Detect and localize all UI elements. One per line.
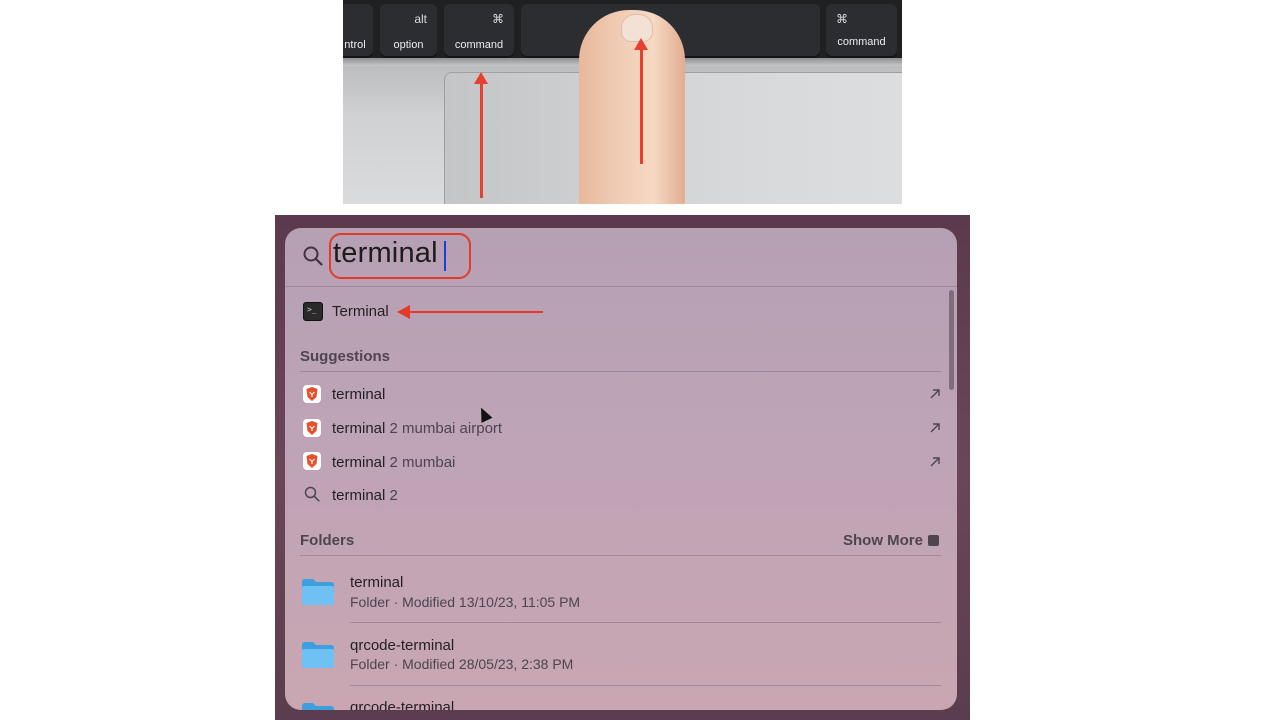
- row-divider: [350, 685, 941, 686]
- brave-icon: [303, 385, 321, 403]
- annotation-arrow-command: [474, 72, 488, 198]
- scrollbar[interactable]: [949, 290, 954, 390]
- spotlight-panel: terminal >_ Terminal Suggestions termina…: [285, 228, 957, 710]
- right-command-key: ⌘ command: [826, 4, 897, 58]
- option-key: alt option: [380, 4, 437, 58]
- open-arrow-icon[interactable]: [929, 422, 941, 434]
- suggestion-item[interactable]: terminal: [332, 386, 385, 403]
- left-command-key: ⌘ command: [444, 4, 514, 58]
- folder-name[interactable]: terminal: [350, 574, 403, 591]
- suggestion-item[interactable]: terminal 2 mumbai: [332, 454, 455, 471]
- search-divider: [285, 286, 957, 287]
- right-command-key-label: command: [837, 36, 886, 48]
- show-more-label: Show More: [842, 532, 923, 549]
- brave-icon: [303, 419, 321, 437]
- text-caret: [444, 241, 446, 271]
- folder-icon: [302, 703, 334, 710]
- show-more-arrow-icon: [928, 535, 939, 546]
- option-key-label: option: [393, 39, 424, 51]
- folder-meta: Folder · Modified 13/10/23, 11:05 PM: [350, 594, 581, 610]
- option-key-symbol: alt: [414, 12, 427, 26]
- folder-meta: Folder · Modified 28/05/23, 2:38 PM: [350, 656, 574, 672]
- control-key-label: ntrol: [344, 39, 366, 51]
- command-symbol: ⌘: [492, 12, 504, 26]
- suggestion-item[interactable]: terminal 2: [332, 487, 398, 504]
- suggestions-divider: [300, 371, 941, 372]
- suggestion-bold: terminal: [332, 454, 386, 471]
- annotation-arrow-space: [634, 38, 648, 164]
- terminal-app-icon: >_: [303, 302, 323, 321]
- command-symbol: ⌘: [836, 12, 848, 26]
- suggestion-bold: terminal: [332, 386, 386, 403]
- top-hit-terminal[interactable]: Terminal: [332, 303, 389, 320]
- folder-icon: [302, 579, 334, 605]
- brave-icon: [303, 452, 321, 470]
- open-arrow-icon[interactable]: [929, 388, 941, 400]
- row-divider: [350, 622, 941, 623]
- folders-divider: [300, 555, 941, 556]
- keyboard-trackpad-photo: ntrol alt option ⌘ command ⌘ command: [343, 0, 902, 204]
- folders-header: Folders: [300, 532, 355, 549]
- folder-name[interactable]: qrcode-terminal: [350, 699, 454, 710]
- left-command-key-label: command: [454, 39, 504, 51]
- suggestion-bold: terminal: [332, 420, 386, 437]
- desktop-background: terminal >_ Terminal Suggestions termina…: [275, 215, 970, 720]
- search-icon: [304, 486, 320, 502]
- folder-name[interactable]: qrcode-terminal: [350, 637, 454, 654]
- suggestion-rest: 2 mumbai airport: [385, 420, 503, 437]
- suggestions-header: Suggestions: [300, 348, 391, 365]
- search-icon: [303, 246, 323, 266]
- show-more-button[interactable]: Show More: [843, 532, 939, 549]
- suggestion-rest: 2 mumbai: [385, 454, 456, 471]
- control-key: ntrol: [343, 4, 373, 58]
- open-arrow-icon[interactable]: [929, 456, 941, 468]
- folder-icon: [302, 642, 334, 668]
- annotation-arrow-terminal: [397, 305, 543, 319]
- suggestion-bold: terminal: [332, 487, 386, 504]
- suggestion-rest: 2: [385, 487, 398, 504]
- suggestion-item[interactable]: terminal 2 mumbai airport: [332, 420, 502, 437]
- search-input[interactable]: terminal: [333, 237, 438, 270]
